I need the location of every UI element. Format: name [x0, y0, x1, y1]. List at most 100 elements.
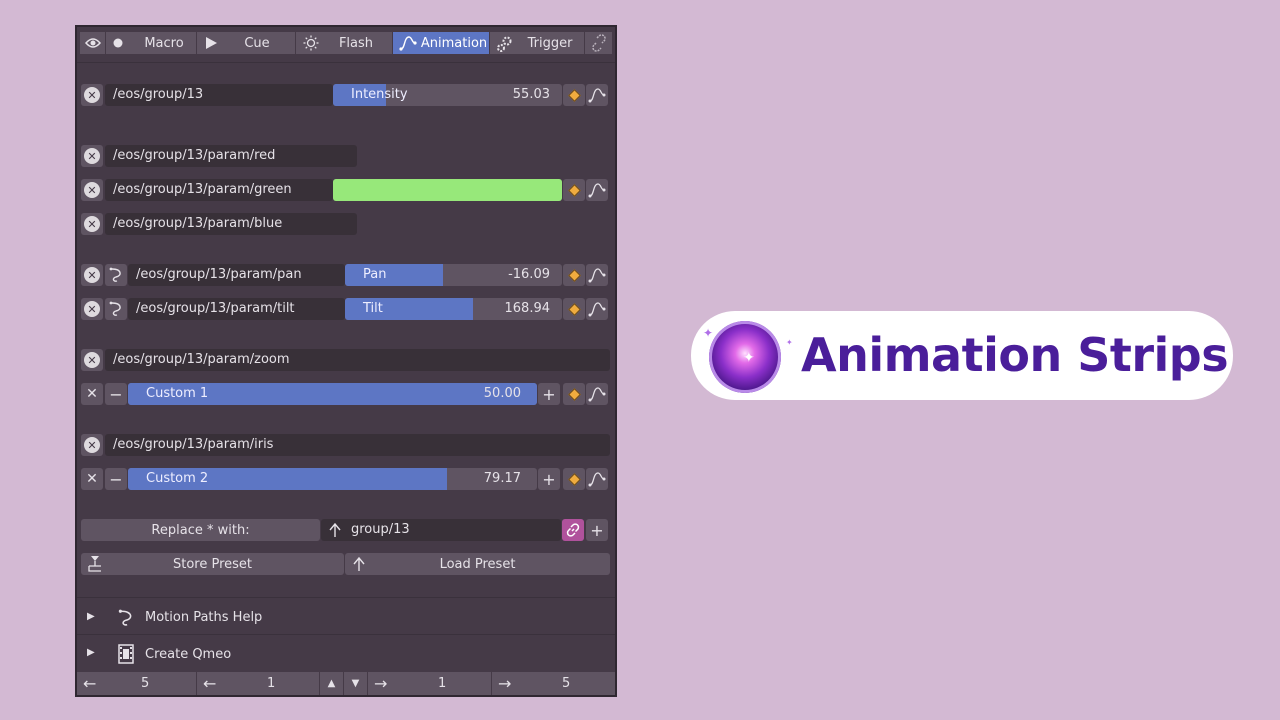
curve-intensity-button[interactable] — [586, 84, 608, 106]
sparkle-icon: ✦ — [703, 326, 714, 340]
close-icon: ✕ — [84, 182, 100, 198]
keyframe-icon — [567, 183, 581, 197]
add-replace-button[interactable]: + — [586, 519, 608, 541]
close-icon: ✕ — [86, 471, 98, 487]
motion-path-icon — [109, 267, 121, 282]
tab-trigger[interactable]: Trigger — [490, 32, 584, 54]
film-icon — [118, 644, 134, 664]
store-icon — [88, 556, 101, 572]
link-button[interactable] — [562, 519, 584, 541]
expand-icon: ▶ — [87, 611, 95, 622]
animation-panel: Macro Cue Flash Animation Trigger ✕ /eos… — [75, 25, 617, 697]
curve-custom2-button[interactable] — [586, 468, 608, 490]
zoom-path-field[interactable]: /eos/group/13/param/zoom — [105, 349, 610, 371]
keyframe-custom2-button[interactable] — [563, 468, 585, 490]
plus-icon: + — [590, 520, 604, 540]
custom2-slider[interactable]: Custom 2 79.17 — [128, 468, 537, 490]
arrow-right-icon: → — [498, 674, 512, 693]
footer-right-forward-field[interactable]: → 5 — [492, 672, 615, 695]
footer-right-step-field[interactable]: → 1 — [368, 672, 491, 695]
curve-icon — [588, 472, 606, 487]
close-custom1-button[interactable]: ✕ — [81, 383, 103, 405]
motion-path-icon — [109, 301, 121, 316]
replace-value-field[interactable]: group/13 — [321, 519, 561, 541]
keyframe-pan-button[interactable] — [563, 264, 585, 286]
curve-icon — [399, 35, 417, 55]
red-path-field[interactable]: /eos/group/13/param/red — [105, 145, 357, 167]
tab-cue[interactable]: Cue — [197, 32, 295, 54]
close-icon: ✕ — [84, 437, 100, 453]
decrement-custom2-button[interactable]: − — [105, 468, 127, 490]
arrow-right-icon: → — [374, 674, 388, 693]
broken-link-icon — [591, 34, 606, 52]
green-color-swatch[interactable] — [333, 179, 562, 201]
move-up-button[interactable]: ▲ — [320, 672, 343, 695]
sparkle-icon: ✦ — [786, 338, 793, 347]
pan-path-field[interactable]: /eos/group/13/param/pan — [128, 264, 345, 286]
remove-pan-button[interactable]: ✕ — [81, 264, 103, 286]
close-icon: ✕ — [84, 87, 100, 103]
remove-intensity-button[interactable]: ✕ — [81, 84, 103, 106]
custom1-slider[interactable]: Custom 1 50.00 — [128, 383, 537, 405]
remove-iris-button[interactable]: ✕ — [81, 434, 103, 456]
curve-pan-button[interactable] — [586, 264, 608, 286]
tab-unlink[interactable] — [585, 32, 612, 54]
decrement-custom1-button[interactable]: − — [105, 383, 127, 405]
remove-blue-button[interactable]: ✕ — [81, 213, 103, 235]
remove-zoom-button[interactable]: ✕ — [81, 349, 103, 371]
triangle-up-icon: ▲ — [327, 678, 336, 689]
iris-path-field[interactable]: /eos/group/13/param/iris — [105, 434, 610, 456]
curve-custom1-button[interactable] — [586, 383, 608, 405]
close-custom2-button[interactable]: ✕ — [81, 468, 103, 490]
create-qmeo-section[interactable]: ▶ Create Qmeo — [77, 640, 615, 670]
plus-icon: + — [542, 384, 556, 404]
intensity-path-field[interactable]: /eos/group/13 — [105, 84, 333, 106]
load-icon — [353, 556, 365, 571]
link-icon — [566, 523, 580, 537]
tab-visibility[interactable] — [80, 32, 105, 54]
increment-custom2-button[interactable]: + — [538, 468, 560, 490]
footer-left-back-field[interactable]: ← 5 — [77, 672, 196, 695]
close-icon: ✕ — [84, 216, 100, 232]
curve-tilt-button[interactable] — [586, 298, 608, 320]
load-preset-button[interactable]: Load Preset — [345, 553, 610, 575]
pan-slider[interactable]: Pan -16.09 — [345, 264, 562, 286]
close-icon: ✕ — [86, 386, 98, 402]
gears-icon — [496, 35, 514, 57]
arrow-left-icon: ← — [83, 674, 97, 693]
blue-path-field[interactable]: /eos/group/13/param/blue — [105, 213, 357, 235]
green-path-field[interactable]: /eos/group/13/param/green — [105, 179, 333, 201]
keyframe-icon — [567, 268, 581, 282]
pan-slider-fill — [345, 264, 443, 286]
tab-flash[interactable]: Flash — [296, 32, 392, 54]
title-badge: ✦ ✦ ✦ Animation Strips — [691, 311, 1233, 400]
keyframe-icon — [567, 387, 581, 401]
tab-animation[interactable]: Animation — [393, 32, 489, 54]
green-color-fill — [333, 179, 562, 201]
keyframe-intensity-button[interactable] — [563, 84, 585, 106]
keyframe-icon — [567, 88, 581, 102]
remove-tilt-button[interactable]: ✕ — [81, 298, 103, 320]
tilt-path-field[interactable]: /eos/group/13/param/tilt — [128, 298, 345, 320]
motion-path-pan-button[interactable] — [105, 264, 127, 286]
keyframe-green-button[interactable] — [563, 179, 585, 201]
close-icon: ✕ — [84, 301, 100, 317]
remove-green-button[interactable]: ✕ — [81, 179, 103, 201]
expand-icon: ▶ — [87, 647, 95, 658]
curve-icon — [588, 183, 606, 198]
increment-custom1-button[interactable]: + — [538, 383, 560, 405]
remove-red-button[interactable]: ✕ — [81, 145, 103, 167]
keyframe-icon — [567, 472, 581, 486]
tab-macro[interactable]: Macro — [106, 32, 196, 54]
keyframe-tilt-button[interactable] — [563, 298, 585, 320]
store-preset-button[interactable]: Store Preset — [81, 553, 344, 575]
footer-left-step-field[interactable]: ← 1 — [197, 672, 319, 695]
tilt-slider[interactable]: Tilt 168.94 — [345, 298, 562, 320]
motion-paths-help-section[interactable]: ▶ Motion Paths Help — [77, 604, 615, 634]
motion-path-tilt-button[interactable] — [105, 298, 127, 320]
curve-green-button[interactable] — [586, 179, 608, 201]
intensity-slider[interactable]: Intensity 55.03 — [333, 84, 562, 106]
move-down-button[interactable]: ▼ — [344, 672, 367, 695]
replace-label: Replace * with: — [81, 519, 320, 541]
keyframe-custom1-button[interactable] — [563, 383, 585, 405]
